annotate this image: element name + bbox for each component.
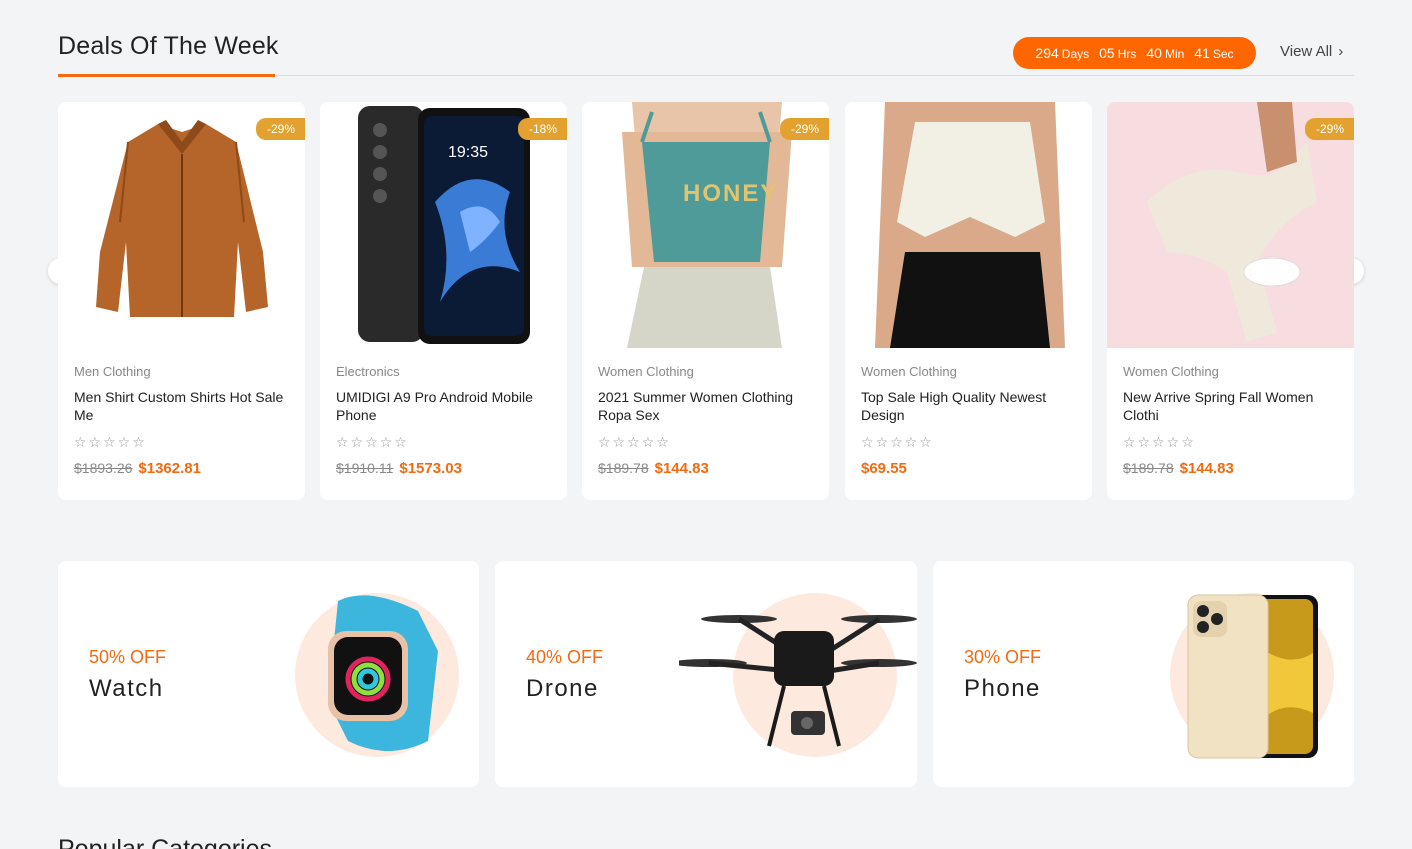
product-name[interactable]: UMIDIGI A9 Pro Android Mobile Phone — [336, 388, 556, 424]
rating-stars-icon: ☆☆☆☆☆ — [598, 434, 671, 450]
promo-banner-phone[interactable]: 30% OFF Phone — [933, 561, 1354, 787]
product-name[interactable]: 2021 Summer Women Clothing Ropa Sex — [598, 388, 818, 424]
product-card[interactable]: -29% Women Clothing New Arrive Spring Fa… — [1107, 102, 1354, 500]
product-name[interactable]: New Arrive Spring Fall Women Clothi — [1123, 388, 1343, 424]
section-title: Deals Of The Week — [58, 32, 279, 60]
promo-banner-drone[interactable]: 40% OFF Drone — [495, 561, 917, 787]
product-category: Women Clothing — [598, 364, 694, 379]
promo-discount: 30% OFF — [964, 647, 1042, 667]
old-price: $1910.11 — [336, 460, 394, 476]
current-price: $1362.81 — [138, 460, 201, 477]
current-price: $1573.03 — [399, 460, 462, 477]
countdown-hours: 05 Hrs — [1099, 45, 1137, 61]
discount-badge: -29% — [255, 118, 305, 140]
product-prices: $189.78 $144.83 — [1123, 460, 1234, 477]
old-price: $1893.26 — [74, 460, 133, 476]
product-prices: $189.78 $144.83 — [598, 460, 709, 477]
product-category: Women Clothing — [861, 364, 957, 379]
product-image-smartphone[interactable]: 19:35 -18% — [320, 102, 567, 348]
promo-discount: 50% OFF — [89, 647, 167, 667]
countdown-timer: 294 Days 05 Hrs 40 Min 41 Sec — [1013, 37, 1256, 69]
view-all-link[interactable]: View All › — [1280, 43, 1343, 60]
promo-label: Watch — [89, 675, 164, 702]
product-prices: $1910.11 $1573.03 — [336, 460, 462, 477]
current-price: $144.83 — [654, 460, 709, 477]
rating-stars-icon: ☆☆☆☆☆ — [861, 434, 934, 450]
discount-badge: -18% — [517, 118, 567, 140]
promo-label: Drone — [526, 675, 599, 702]
current-price: $69.55 — [861, 460, 907, 477]
product-card[interactable]: -29% Men Clothing Men Shirt Custom Shirt… — [58, 102, 305, 500]
old-price: $189.78 — [1123, 460, 1174, 476]
countdown-days: 294 Days — [1035, 45, 1090, 61]
promo-label: Phone — [964, 675, 1041, 702]
smartphone-icon — [1187, 594, 1318, 759]
product-category: Men Clothing — [74, 364, 151, 379]
product-name[interactable]: Men Shirt Custom Shirts Hot Sale Me — [74, 388, 294, 424]
rating-stars-icon: ☆☆☆☆☆ — [336, 434, 409, 450]
product-category: Electronics — [336, 364, 400, 379]
old-price: $189.78 — [598, 460, 649, 476]
chevron-right-icon: › — [1338, 43, 1344, 60]
product-prices: $1893.26 $1362.81 — [74, 460, 201, 477]
product-name[interactable]: Top Sale High Quality Newest Design — [861, 388, 1081, 424]
product-card[interactable]: Women Clothing Top Sale High Quality New… — [845, 102, 1092, 500]
watch-icon — [328, 595, 438, 751]
countdown-seconds: 41 Sec — [1194, 45, 1234, 61]
product-image-tank-top[interactable]: HONEY -29% — [582, 102, 829, 348]
discount-badge: -29% — [1304, 118, 1354, 140]
phone-screen-time: 19:35 — [448, 144, 489, 161]
discount-badge: -29% — [779, 118, 829, 140]
product-category: Women Clothing — [1123, 364, 1219, 379]
product-image-crop-top[interactable] — [845, 102, 1092, 348]
rating-stars-icon: ☆☆☆☆☆ — [74, 434, 147, 450]
promo-discount: 40% OFF — [526, 647, 604, 667]
product-image-leather-jacket[interactable]: -29% — [58, 102, 305, 348]
promo-banner-watch[interactable]: 50% OFF Watch — [58, 561, 479, 787]
rating-stars-icon: ☆☆☆☆☆ — [1123, 434, 1196, 450]
product-card[interactable]: 19:35 -18% Electronics UMIDIGI A9 Pro An… — [320, 102, 567, 500]
drone-icon — [679, 615, 917, 747]
deals-header: Deals Of The Week 294 Days 05 Hrs 40 Min 41… — [58, 30, 1354, 77]
popular-categories-title: Popular Categories — [58, 835, 273, 849]
countdown-minutes: 40 Min — [1146, 45, 1185, 61]
tank-top-print: HONEY — [683, 180, 779, 207]
product-image-fleece-pants[interactable]: -29% — [1107, 102, 1354, 348]
product-prices: $69.55 — [861, 460, 907, 477]
title-underline — [58, 74, 275, 77]
current-price: $144.83 — [1179, 460, 1234, 477]
product-card[interactable]: HONEY -29% Women Clothing 2021 Summer Wo… — [582, 102, 829, 500]
